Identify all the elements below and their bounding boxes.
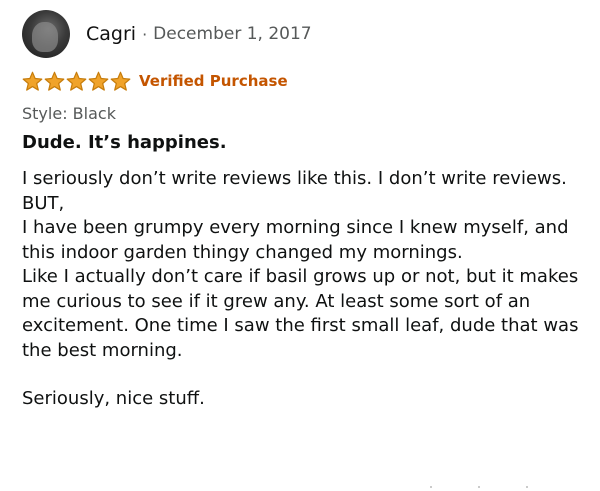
reviewer-name[interactable]: Cagri (86, 23, 136, 45)
avatar[interactable] (22, 10, 70, 58)
review-paragraph: Like I actually don’t care if basil grow… (22, 266, 579, 361)
star-icon (44, 71, 65, 91)
star-icon (66, 71, 87, 91)
star-icon (110, 71, 131, 91)
review-card: Cagri · December 1, 2017 Verified Purcha… (22, 10, 592, 412)
avatar-silhouette (32, 22, 58, 52)
separator-dot: · (142, 24, 148, 44)
verified-purchase-badge: Verified Purchase (139, 72, 288, 90)
rating-row: Verified Purchase (22, 68, 592, 94)
faded-footer-marks (430, 486, 550, 489)
star-icon (22, 71, 43, 91)
review-body: I seriously don’t write reviews like thi… (22, 167, 582, 412)
review-title: Dude. It’s happines. (22, 132, 227, 153)
review-paragraph: I have been grumpy every morning since I… (22, 217, 569, 263)
star-icon (88, 71, 109, 91)
review-date: December 1, 2017 (153, 24, 312, 44)
review-paragraph: Seriously, nice stuff. (22, 388, 205, 409)
product-style[interactable]: Style: Black (22, 104, 592, 123)
review-paragraph: I seriously don’t write reviews like thi… (22, 168, 567, 214)
star-rating[interactable] (22, 71, 131, 92)
review-header: Cagri · December 1, 2017 (22, 10, 592, 58)
